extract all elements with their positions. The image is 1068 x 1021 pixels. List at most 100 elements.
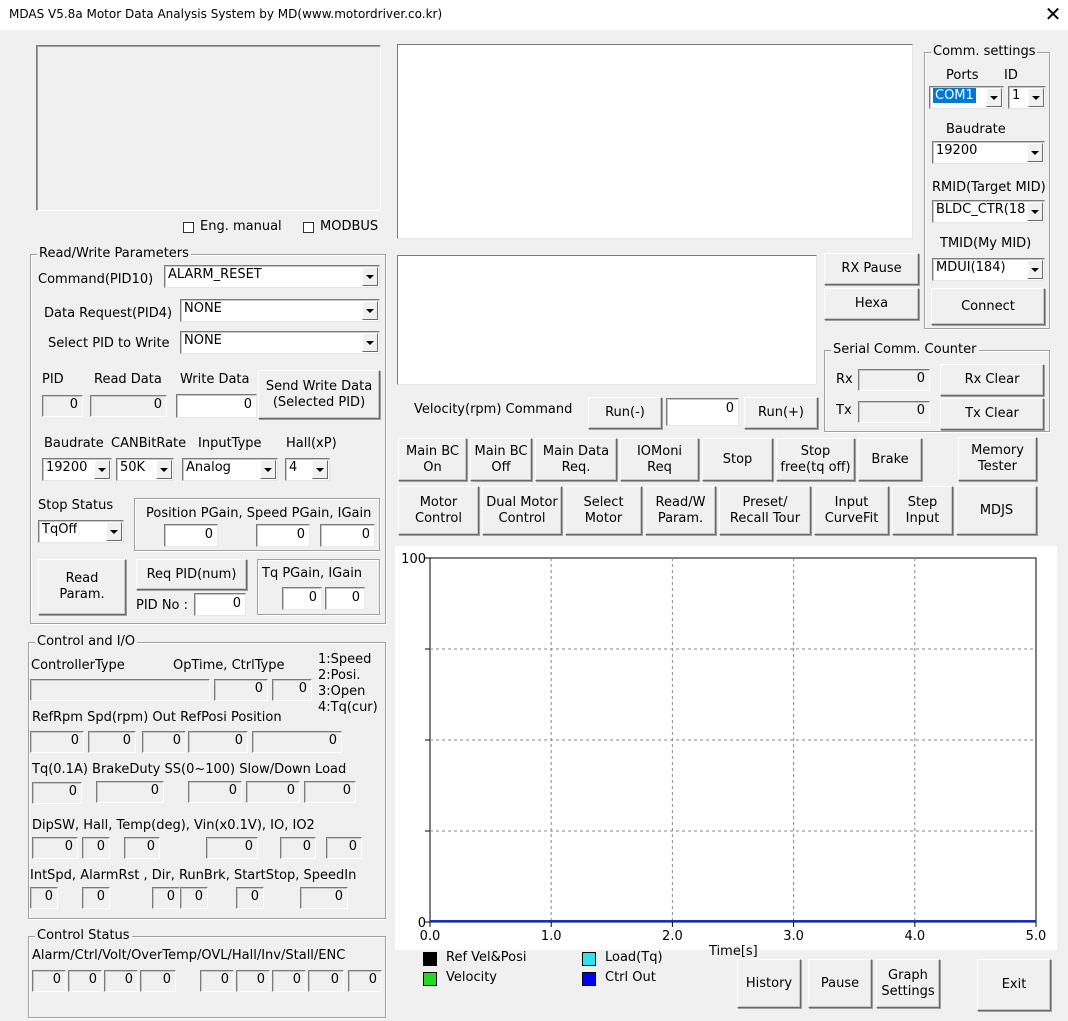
close-icon[interactable]: ✕: [1040, 3, 1066, 27]
ctrl-legend-1: 1:Speed: [318, 652, 372, 667]
graph-settings-button[interactable]: Graph Settings: [876, 959, 940, 1008]
modbus-label: MODBUS: [320, 219, 379, 234]
logo-panel: [36, 45, 381, 211]
input-type-value: Analog: [186, 460, 231, 475]
tq-igain-input[interactable]: 0: [325, 587, 365, 610]
row5-label: IntSpd, AlarmRst , Dir, RunBrk, StartSto…: [30, 868, 357, 883]
eng-manual-checkbox[interactable]: [183, 222, 194, 233]
rx-count-label: Rx: [836, 372, 853, 387]
ctrl-legend-4: 4:Tq(cur): [318, 700, 378, 715]
serial-counter-title: Serial Comm. Counter: [831, 342, 979, 357]
select-pid-value: NONE: [184, 333, 222, 348]
run-minus-button[interactable]: Run(-): [588, 397, 662, 429]
x-tick-label: 3.0: [783, 929, 804, 944]
stop-button[interactable]: Stop: [702, 438, 773, 481]
runbrk-field: 0: [180, 887, 208, 909]
command-select[interactable]: ALARM_RESET: [164, 265, 380, 288]
x-tick-label: 0.0: [420, 929, 441, 944]
brake-button[interactable]: Brake: [858, 438, 922, 481]
input-type-select[interactable]: Analog: [182, 458, 278, 481]
mdjs-button[interactable]: MDJS: [956, 486, 1037, 535]
hall-status-field: 0: [236, 970, 270, 992]
select-motor-button[interactable]: Select Motor: [565, 486, 642, 535]
input-type-label: InputType: [198, 436, 262, 451]
rx-clear-button[interactable]: Rx Clear: [940, 364, 1044, 396]
run-plus-button[interactable]: Run(+): [744, 397, 818, 429]
read-data-label: Read Data: [94, 372, 162, 387]
req-pid-button[interactable]: Req PID(num): [136, 559, 247, 590]
igain-input[interactable]: 0: [320, 524, 375, 547]
load-field: 0: [304, 781, 356, 803]
connect-button[interactable]: Connect: [931, 288, 1045, 325]
main-bc-off-button[interactable]: Main BC Off: [470, 438, 532, 481]
tmid-select[interactable]: MDUI(184): [932, 258, 1045, 281]
speedin-field: 0: [300, 887, 348, 909]
title-bar: MDAS V5.8a Motor Data Analysis System by…: [0, 0, 1068, 30]
tx-clear-button[interactable]: Tx Clear: [940, 398, 1044, 430]
pid-no-input[interactable]: 0: [194, 593, 246, 616]
legend-swatch-velocity: [423, 972, 437, 986]
motor-control-button[interactable]: Motor Control: [398, 486, 479, 535]
eng-manual-label: Eng. manual: [200, 219, 282, 234]
preset-recall-tour-button[interactable]: Preset/ Recall Tour: [719, 486, 811, 535]
read-param-button[interactable]: Read Param.: [38, 559, 126, 615]
command-value: ALARM_RESET: [168, 267, 262, 282]
comm-baud-select[interactable]: 19200: [932, 141, 1045, 164]
out-field: 0: [142, 731, 186, 753]
exit-button[interactable]: Exit: [977, 959, 1051, 1011]
stop-free-button[interactable]: Stop free(tq off): [776, 438, 855, 481]
chevron-down-icon: [312, 460, 328, 479]
chevron-down-icon: [1027, 260, 1043, 279]
read-write-param-button[interactable]: Read/W Param.: [645, 486, 716, 535]
data-request-select[interactable]: NONE: [180, 299, 380, 322]
rw-baud-select[interactable]: 19200: [42, 458, 112, 481]
history-button[interactable]: History: [737, 959, 801, 1008]
stop-status-select[interactable]: TqOff: [38, 520, 124, 543]
input-curvefit-button[interactable]: Input CurveFit: [814, 486, 889, 535]
alarmrst-field: 0: [82, 887, 110, 909]
x-axis-label: Time[s]: [709, 944, 758, 959]
ctrl-legend-3: 3:Open: [318, 684, 366, 699]
step-input-button[interactable]: Step Input: [892, 486, 953, 535]
x-tick-label: 1.0: [541, 929, 562, 944]
memory-tester-button[interactable]: Memory Tester: [958, 437, 1037, 481]
chevron-down-icon: [362, 333, 378, 352]
tq-pgain-input[interactable]: 0: [282, 587, 322, 610]
rmid-select[interactable]: BLDC_CTR(18: [932, 200, 1045, 223]
main-data-req-button[interactable]: Main Data Req.: [535, 438, 617, 481]
io2-field: 0: [326, 837, 362, 859]
iomoni-req-button[interactable]: IOMoni Req: [620, 438, 699, 481]
row3-label: Tq(0.1A) BrakeDuty SS(0~100) Slow/Down L…: [32, 762, 347, 777]
canbit-select[interactable]: 50K: [116, 458, 174, 481]
controller-type-label: ControllerType: [31, 658, 125, 673]
tx-text-panel[interactable]: [397, 255, 817, 385]
dual-motor-control-button[interactable]: Dual Motor Control: [482, 486, 562, 535]
modbus-checkbox[interactable]: [303, 222, 314, 233]
chevron-down-icon: [260, 460, 276, 479]
intspd-field: 0: [30, 887, 58, 909]
hall-select[interactable]: 4: [285, 458, 330, 481]
speed-pgain-input[interactable]: 0: [256, 524, 310, 547]
port-select[interactable]: COM1: [929, 86, 1004, 109]
chevron-down-icon: [362, 301, 378, 320]
pause-button[interactable]: Pause: [808, 959, 872, 1008]
velocity-command-label: Velocity(rpm) Command: [414, 402, 573, 417]
chart-area[interactable]: 0.0 1.0 2.0 3.0 4.0 5.0 0 100: [395, 546, 1057, 950]
select-pid-select[interactable]: NONE: [180, 331, 380, 354]
id-select[interactable]: 1: [1008, 86, 1046, 109]
velocity-input[interactable]: 0: [666, 398, 739, 426]
pid-field: 0: [42, 395, 83, 417]
pid-no-label: PID No :: [136, 598, 189, 613]
send-write-data-button[interactable]: Send Write Data (Selected PID): [258, 370, 380, 419]
ss-field: 0: [188, 781, 242, 803]
rx-pause-button[interactable]: RX Pause: [824, 253, 919, 285]
position-pgain-input[interactable]: 0: [164, 524, 218, 547]
ctrl-field: 0: [68, 970, 102, 992]
x-tick-label: 5.0: [1026, 929, 1047, 944]
main-bc-on-button[interactable]: Main BC On: [398, 438, 467, 481]
write-data-input[interactable]: 0: [176, 394, 257, 418]
read-data-field: 0: [90, 395, 167, 417]
rx-text-panel[interactable]: [397, 44, 913, 239]
hexa-button[interactable]: Hexa: [824, 288, 919, 320]
chevron-down-icon: [106, 522, 122, 541]
